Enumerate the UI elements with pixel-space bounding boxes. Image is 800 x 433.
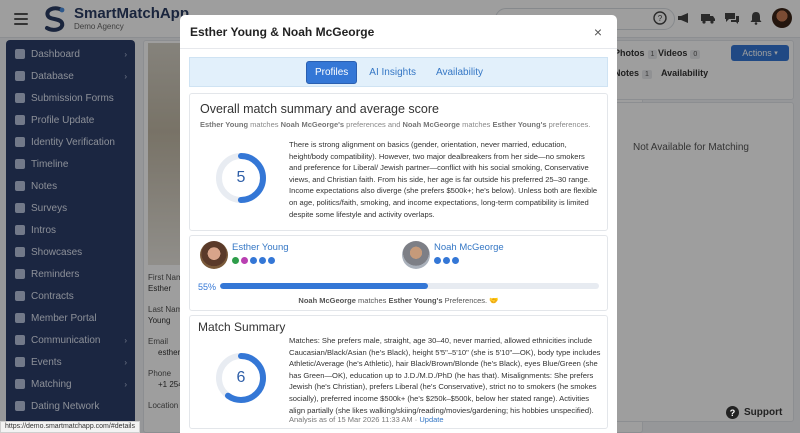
modal-header: Esther Young & Noah McGeorge ×: [180, 15, 617, 49]
overall-summary-text: There is strong alignment on basics (gen…: [289, 140, 598, 219]
esther-name[interactable]: Esther Young: [232, 242, 289, 253]
noah-status-dot: [443, 257, 450, 264]
esther-status-dot: [232, 257, 239, 264]
match-summary-title: Match Summary: [198, 320, 286, 334]
overall-summary-title: Overall match summary and average score: [200, 102, 439, 116]
esther-status-dot: [241, 257, 248, 264]
update-link[interactable]: Update: [419, 415, 443, 424]
noah-status-dots: [434, 257, 504, 264]
handshake-icon: 🤝: [489, 296, 499, 305]
preference-match-text: Noah McGeorge matches Esther Young's Pre…: [298, 296, 499, 305]
esther-status-dot: [268, 257, 275, 264]
match-modal: Esther Young & Noah McGeorge × Profiles …: [180, 15, 617, 433]
match-progress-bar: [220, 283, 599, 289]
modal-title: Esther Young & Noah McGeorge: [190, 24, 375, 39]
esther-status-dot: [250, 257, 257, 264]
esther-status-dot: [259, 257, 266, 264]
noah-name[interactable]: Noah McGeorge: [434, 242, 504, 253]
modal-tabs: Profiles AI Insights Availability: [189, 57, 608, 87]
overall-summary-panel: Overall match summary and average score …: [189, 93, 608, 231]
overall-score-value: 5: [236, 169, 246, 186]
match-score-value: 6: [236, 369, 246, 386]
people-compare-panel: Esther Young Noah McGeorge 55% Noah McGe…: [189, 235, 608, 311]
status-bar-url: https://demo.smartmatchapp.com/#details: [0, 421, 140, 433]
overall-summary-subtitle: Esther Young matches Noah McGeorge's pre…: [200, 120, 591, 129]
person-esther[interactable]: Esther Young: [200, 241, 289, 269]
match-percent: 55%: [198, 282, 217, 292]
esther-avatar: [200, 241, 228, 269]
match-summary-panel: Match Summary 6 Matches: She prefers mal…: [189, 315, 608, 429]
close-icon[interactable]: ×: [589, 24, 607, 40]
question-icon: ?: [726, 406, 739, 419]
tab-availability[interactable]: Availability: [428, 62, 491, 83]
analysis-timestamp: Analysis as of 15 Mar 2026 11:33 AM · Up…: [289, 415, 444, 424]
noah-status-dot: [434, 257, 441, 264]
match-summary-text: Matches: She prefers male, straight, age…: [289, 336, 601, 415]
noah-avatar: [402, 241, 430, 269]
person-noah[interactable]: Noah McGeorge: [402, 241, 504, 269]
esther-status-dots: [232, 257, 289, 264]
noah-status-dot: [452, 257, 459, 264]
tab-ai-insights[interactable]: AI Insights: [361, 62, 424, 83]
support-button[interactable]: ? Support: [726, 406, 782, 419]
tab-profiles[interactable]: Profiles: [305, 60, 358, 84]
match-progress-fill: [220, 283, 429, 289]
